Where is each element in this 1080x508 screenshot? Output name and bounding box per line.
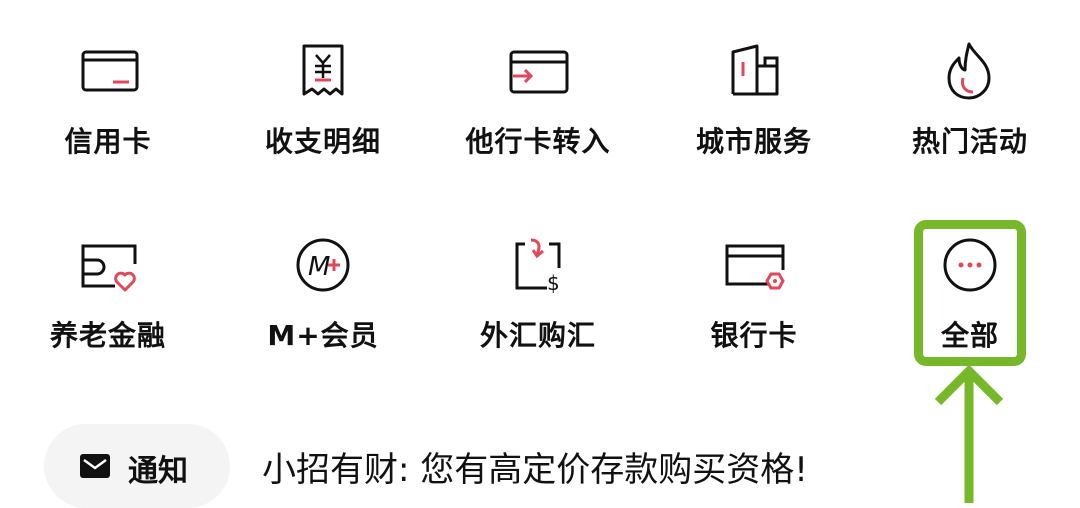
bank-card-icon	[719, 230, 789, 300]
mail-icon	[80, 454, 110, 478]
tile-label: 城市服务	[695, 125, 812, 158]
tile-credit-card[interactable]: 信用卡	[18, 28, 198, 178]
tile-label: 收支明细	[264, 125, 381, 158]
notice-message[interactable]: 小招有财: 您有高定价存款购买资格!	[262, 442, 808, 491]
tile-label: 外汇购汇	[479, 319, 596, 352]
credit-card-icon	[73, 36, 143, 106]
tile-pension-finance[interactable]: 养老金融	[18, 222, 198, 372]
tile-label: 养老金融	[49, 319, 166, 352]
card-transfer-in-icon	[503, 36, 573, 106]
flame-icon	[935, 36, 1005, 106]
highlight-box	[914, 220, 1026, 366]
tile-other-bank-transfer[interactable]: 他行卡转入	[448, 28, 628, 178]
tile-bank-card[interactable]: 银行卡	[664, 222, 844, 372]
tile-m-plus-member[interactable]: M M+会员	[233, 222, 413, 372]
tile-hot-activities[interactable]: 热门活动	[880, 28, 1060, 178]
notice-label: 通知	[128, 454, 188, 489]
svg-text:M: M	[308, 252, 330, 282]
tile-label: 热门活动	[911, 125, 1028, 158]
tile-city-services[interactable]: 城市服务	[664, 28, 844, 178]
svg-text:$: $	[547, 271, 560, 295]
notice-button[interactable]: 通知	[44, 424, 230, 508]
pension-card-heart-icon	[73, 230, 143, 300]
tile-label: 银行卡	[710, 319, 798, 352]
service-row-1: 信用卡 收支明细 他行卡转入 城市服务 热门活动	[0, 28, 1080, 188]
m-plus-member-icon: M	[288, 230, 358, 300]
tile-label: M+会员	[267, 319, 379, 352]
tile-income-expense[interactable]: 收支明细	[233, 28, 413, 178]
tile-forex-purchase[interactable]: $ 外汇购汇	[448, 222, 628, 372]
city-buildings-icon	[719, 36, 789, 106]
tile-label: 信用卡	[64, 125, 152, 158]
forex-dollar-icon: $	[503, 230, 573, 300]
tile-label: 他行卡转入	[465, 125, 611, 158]
receipt-yen-icon	[288, 36, 358, 106]
notice-bar: 通知 小招有财: 您有高定价存款购买资格!	[0, 410, 1080, 508]
